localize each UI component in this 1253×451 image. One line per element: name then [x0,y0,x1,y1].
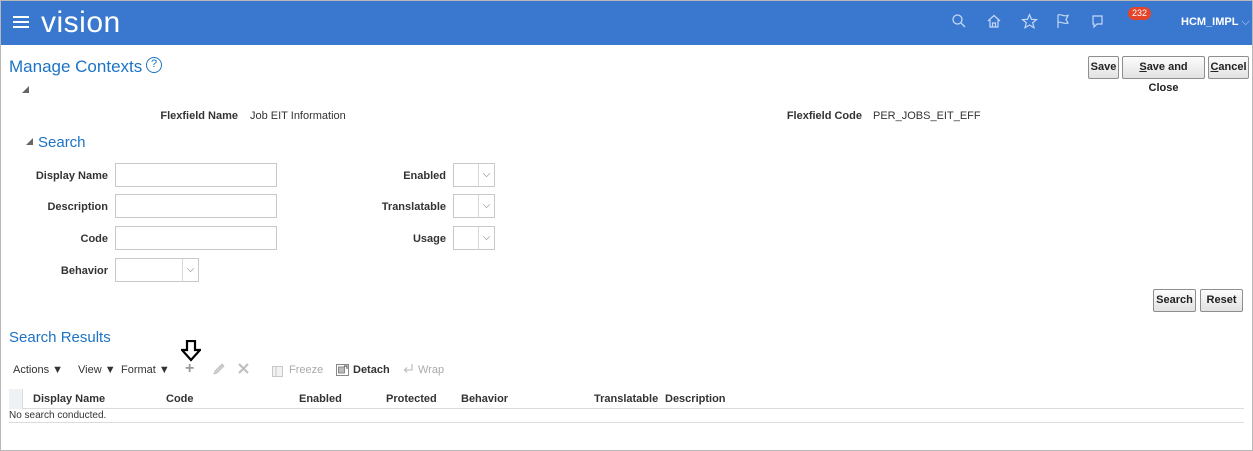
format-menu[interactable]: Format ▼ [121,364,170,376]
add-icon[interactable]: + [185,360,194,378]
enabled-select[interactable]: ⌵ [453,163,495,187]
flexfield-code-label: Flexfield Code [786,110,862,122]
col-display-name[interactable]: Display Name [33,393,105,405]
display-name-input[interactable] [115,163,277,187]
search-section-title: Search [38,134,86,151]
notifications-badge: 232 [1128,7,1152,20]
behavior-select[interactable]: ⌵ [115,258,199,282]
navigator-menu-icon[interactable] [13,13,29,29]
row-selector-gutter [9,389,23,409]
empty-results-message: No search conducted. [9,410,1244,423]
detach-icon[interactable] [336,363,349,379]
home-icon[interactable] [984,13,1004,33]
translatable-label: Translatable [381,201,446,213]
flexfield-name-value: Job EIT Information [250,110,346,122]
results-table-header: Display Name Code Enabled Protected Beha… [9,389,1244,409]
reset-button[interactable]: Reset [1200,289,1243,312]
detach-button[interactable]: Detach [353,364,390,376]
freeze-icon[interactable] [272,364,283,380]
col-code[interactable]: Code [166,393,194,405]
flexfield-code-value: PER_JOBS_EIT_EFF [873,110,981,122]
header-collapse-icon[interactable] [22,86,29,93]
save-and-close-button[interactable]: Save and Close [1122,56,1205,94]
view-menu[interactable]: View ▼ [78,364,116,376]
chevron-down-icon: ⌵ [1241,16,1250,28]
wrap-button[interactable]: Wrap [418,364,444,376]
col-enabled[interactable]: Enabled [299,393,342,405]
description-label: Description [47,201,108,213]
wrap-icon[interactable] [402,362,414,378]
notifications-icon[interactable] [1089,13,1109,33]
collapse-triangle-icon [26,138,33,145]
search-results-title: Search Results [9,329,111,346]
usage-select[interactable]: ⌵ [453,226,495,250]
display-name-label: Display Name [35,170,108,182]
search-icon[interactable] [949,13,969,33]
arrow-down-icon [181,340,201,362]
description-input[interactable] [115,194,277,218]
save-button[interactable]: Save [1088,56,1119,79]
code-label: Code [80,233,109,245]
page-title: Manage Contexts [9,57,143,76]
save-close-mnemonic: S [1139,61,1147,73]
cancel-button[interactable]: Cancel [1208,56,1249,79]
watchlist-flag-icon[interactable] [1053,13,1073,33]
code-input[interactable] [115,226,277,250]
usage-label: Usage [412,233,446,245]
col-behavior[interactable]: Behavior [461,393,508,405]
chevron-down-icon: ⌵ [478,227,494,249]
chevron-down-icon: ⌵ [182,259,198,281]
freeze-button[interactable]: Freeze [289,364,323,376]
favorites-star-icon[interactable] [1019,13,1039,33]
search-section-toggle[interactable]: Search [26,134,86,151]
cancel-label: ancel [1218,61,1247,73]
col-translatable[interactable]: Translatable [594,393,658,405]
actions-menu[interactable]: Actions ▼ [13,364,63,376]
help-icon[interactable]: ? [146,57,162,73]
search-button[interactable]: Search [1153,289,1196,312]
brand-logo: vision [41,6,121,39]
user-name: HCM_IMPL [1181,16,1239,28]
col-protected[interactable]: Protected [386,393,437,405]
edit-pencil-icon[interactable] [212,362,226,379]
col-description[interactable]: Description [665,393,726,405]
chevron-down-icon: ⌵ [478,164,494,186]
translatable-select[interactable]: ⌵ [453,194,495,218]
user-menu[interactable]: HCM_IMPL ⌵ [1181,16,1250,29]
global-header: vision 232 HCM_IMPL ⌵ [1,1,1252,45]
behavior-label: Behavior [60,265,108,277]
enabled-label: Enabled [403,170,446,182]
flexfield-name-label: Flexfield Name [160,110,238,122]
delete-x-icon[interactable] [237,362,250,378]
chevron-down-icon: ⌵ [478,195,494,217]
